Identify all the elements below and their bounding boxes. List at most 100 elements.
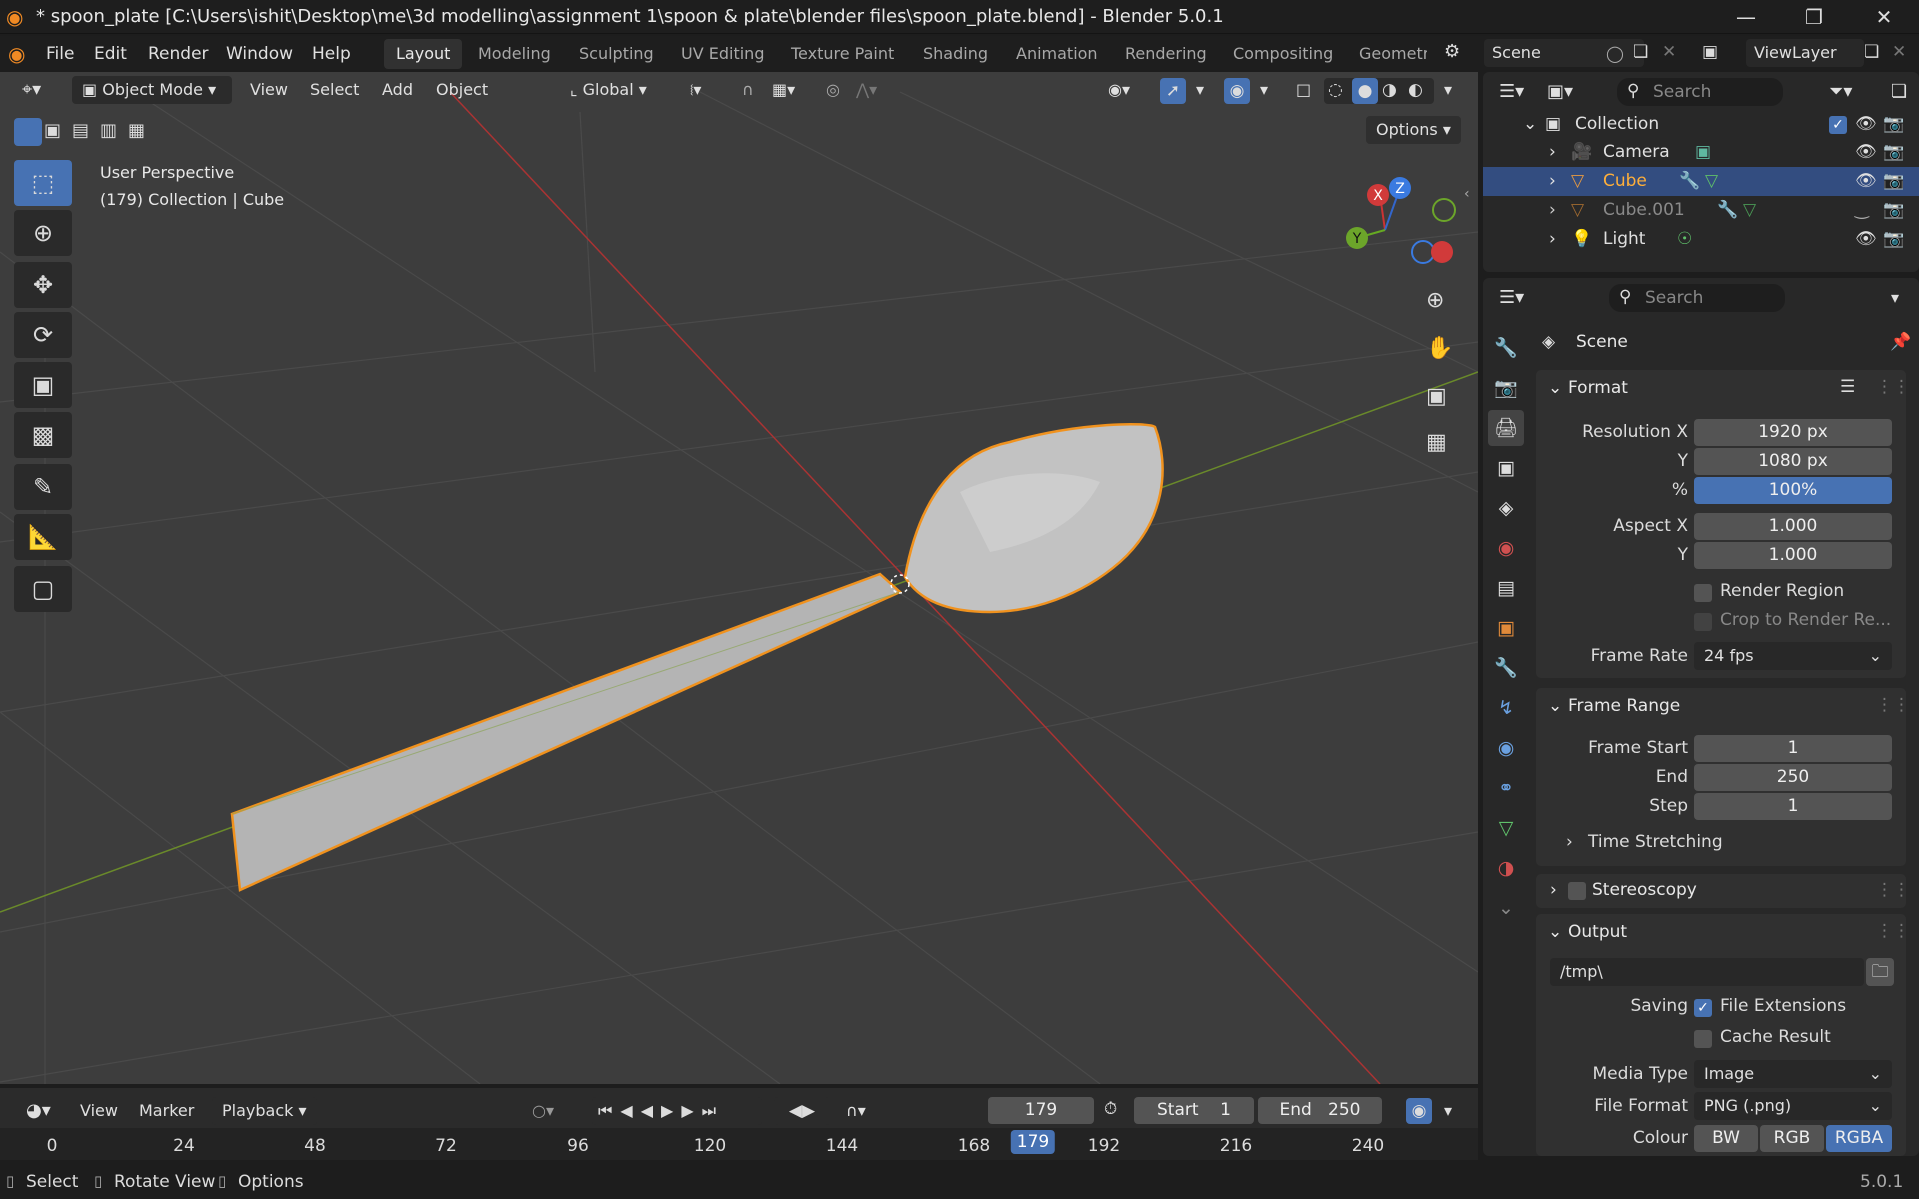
render-camera-icon[interactable]: 📷 (1883, 167, 1904, 196)
menu-render[interactable]: Render (140, 41, 217, 67)
render-tab-icon[interactable]: 📷 (1488, 370, 1524, 406)
output-tab-icon[interactable]: 🖨 (1488, 410, 1524, 446)
constraints-tab-icon[interactable]: ⚭ (1488, 770, 1524, 806)
tab-animation[interactable]: Animation (1004, 39, 1110, 69)
folder-icon[interactable]: 🗀 (1866, 958, 1894, 986)
snap-icon[interactable]: ∩ (734, 76, 762, 104)
preview-range-icon[interactable]: ⏱ (1104, 1099, 1117, 1119)
expand-icon[interactable]: › (1549, 225, 1556, 254)
remove-view-layer-icon[interactable]: ✕ (1892, 42, 1906, 62)
world-tab-icon[interactable]: ◉ (1488, 530, 1524, 566)
tab-sculpting[interactable]: Sculpting (567, 39, 666, 69)
mode-selector[interactable]: ▣ Object Mode ▾ (72, 76, 232, 104)
tab-layout[interactable]: Layout (384, 39, 463, 69)
keyframe-nav[interactable]: ◀▶ (774, 1097, 830, 1125)
frame-end-field[interactable]: 250 (1694, 764, 1892, 791)
editor-type-icon[interactable]: ⌖▾ (14, 76, 49, 104)
tool-tab-icon[interactable]: 🔧 (1488, 330, 1524, 366)
timeline-editor-icon[interactable]: ◕▾ (18, 1097, 59, 1125)
aspect-x-field[interactable]: 1.000 (1694, 513, 1892, 540)
next-keyframe-icon[interactable]: ▶ (681, 1101, 701, 1120)
render-camera-icon[interactable]: 📷 (1883, 196, 1904, 225)
eye-icon[interactable]: 👁 (1855, 138, 1877, 167)
close-button[interactable]: ✕ (1849, 0, 1919, 34)
select-new-icon[interactable] (14, 118, 42, 146)
scene-tab-icon[interactable]: ◈ (1488, 490, 1524, 526)
xray-icon[interactable]: □ (1288, 76, 1319, 104)
tab-texture-paint[interactable]: Texture Paint (779, 39, 906, 69)
colour-rgb-button[interactable]: RGB (1760, 1125, 1824, 1152)
aspect-y-field[interactable]: 1.000 (1694, 542, 1892, 569)
drag-handle-icon[interactable]: ⋮⋮ (1876, 921, 1910, 941)
display-mode-icon[interactable]: ▣▾ (1539, 78, 1581, 106)
move-tool-icon[interactable]: ✥ (14, 262, 72, 308)
annotate-tool-icon[interactable]: ✎ (14, 464, 72, 510)
menu-window[interactable]: Window (218, 41, 301, 67)
jump-start-icon[interactable]: ⏮ (598, 1101, 620, 1120)
keying-set-icon[interactable]: ∩▾ (838, 1097, 874, 1125)
expand-icon[interactable]: ⌄ (1523, 110, 1537, 139)
tab-rendering[interactable]: Rendering (1113, 39, 1219, 69)
frame-start-field[interactable]: 1 (1694, 735, 1892, 762)
modifiers-tab-icon[interactable]: 🔧 (1488, 650, 1524, 686)
more-tabs-icon[interactable]: ⌄ (1488, 890, 1524, 926)
camera-view-icon[interactable]: ▣ (1426, 384, 1447, 409)
render-camera-icon[interactable]: 📷 (1883, 110, 1904, 139)
outliner-row-light[interactable]: › 💡 Light ☉ 👁 📷 (1483, 225, 1919, 254)
expand-icon[interactable]: › (1549, 138, 1556, 167)
shading-dropdown[interactable]: ▾ (1436, 76, 1460, 104)
play-icon[interactable]: ▶ (661, 1101, 681, 1120)
frame-range-expand-icon[interactable]: ⌄ (1548, 696, 1562, 716)
delete-scene-icon[interactable]: ✕ (1662, 42, 1676, 62)
material-shading-icon[interactable]: ◑ (1382, 80, 1397, 100)
timeline-ruler[interactable] (0, 1128, 1478, 1160)
scale-tool-icon[interactable]: ▣ (14, 362, 72, 408)
collection-tab-icon[interactable]: ▤ (1488, 570, 1524, 606)
drag-handle-icon[interactable]: ⋮⋮ (1876, 377, 1910, 397)
physics-tab-icon[interactable]: ◉ (1488, 730, 1524, 766)
menu-file[interactable]: File (38, 41, 82, 67)
3d-viewport[interactable] (0, 72, 1478, 1084)
select-box-tool-icon[interactable]: ⬚ (14, 160, 72, 206)
drag-handle-icon[interactable]: ⋮⋮ (1876, 880, 1910, 900)
render-camera-icon[interactable]: 📷 (1883, 138, 1904, 167)
add-cube-tool-icon[interactable]: ▢ (14, 566, 72, 612)
collapse-sidebar-icon[interactable]: ‹ (1464, 186, 1470, 202)
wireframe-shading-icon[interactable]: ◌ (1328, 80, 1343, 100)
current-frame-field[interactable]: 179 (988, 1097, 1094, 1124)
expand-icon[interactable]: › (1549, 196, 1556, 225)
format-expand-icon[interactable]: ⌄ (1548, 378, 1562, 398)
jump-end-icon[interactable]: ⏭ (702, 1101, 724, 1120)
view-layer-tab-icon[interactable]: ▣ (1488, 450, 1524, 486)
frame-rate-dropdown[interactable]: 24 fps ⌄ (1694, 642, 1892, 670)
file-extensions-checkbox[interactable]: ✓ (1694, 999, 1712, 1017)
view-layer-icon[interactable]: ▣ (1702, 42, 1718, 62)
outliner-editor-icon[interactable]: ☰▾ (1491, 78, 1532, 106)
outliner-row-cube[interactable]: › ▽ Cube 🔧 ▽ 👁 📷 (1483, 167, 1919, 196)
outliner-search[interactable]: ⚲ Search (1617, 78, 1783, 106)
falloff-icon[interactable]: ⋀▾ (848, 76, 885, 104)
outliner-row-camera[interactable]: › 🎥 Camera ▣ 👁 📷 (1483, 138, 1919, 167)
options-button[interactable]: Options ▾ (1366, 116, 1461, 144)
overlay-dropdown[interactable]: ▾ (1252, 76, 1276, 104)
new-collection-icon[interactable]: ❏ (1883, 78, 1915, 106)
eye-closed-icon[interactable]: ‿ (1855, 196, 1869, 225)
end-frame-field[interactable]: End 250 (1258, 1097, 1382, 1124)
tab-geometry-nodes[interactable]: Geometr (1347, 39, 1427, 69)
menu-view[interactable]: View (242, 76, 296, 104)
tab-uv-editing[interactable]: UV Editing (669, 39, 776, 69)
prev-keyframe-icon[interactable]: ◀ (620, 1101, 640, 1120)
timeline-menu-marker[interactable]: Marker (131, 1097, 202, 1125)
menu-object[interactable]: Object (428, 76, 496, 104)
pivot-icon[interactable]: ⧙▾ (682, 76, 709, 104)
rendered-shading-icon[interactable]: ◐ (1408, 80, 1423, 100)
colour-rgba-button[interactable]: RGBA (1826, 1125, 1892, 1152)
playhead-frame[interactable]: 179 (1010, 1130, 1056, 1154)
cache-result-checkbox[interactable] (1694, 1030, 1712, 1048)
gizmo-toggle-icon[interactable]: ➚ (1160, 78, 1186, 104)
file-format-dropdown[interactable]: PNG (.png) ⌄ (1694, 1092, 1892, 1120)
output-expand-icon[interactable]: ⌄ (1548, 922, 1562, 942)
navigation-gizmo[interactable]: X Z Y (1330, 170, 1460, 280)
render-camera-icon[interactable]: 📷 (1883, 225, 1904, 254)
expand-icon[interactable]: › (1549, 167, 1556, 196)
